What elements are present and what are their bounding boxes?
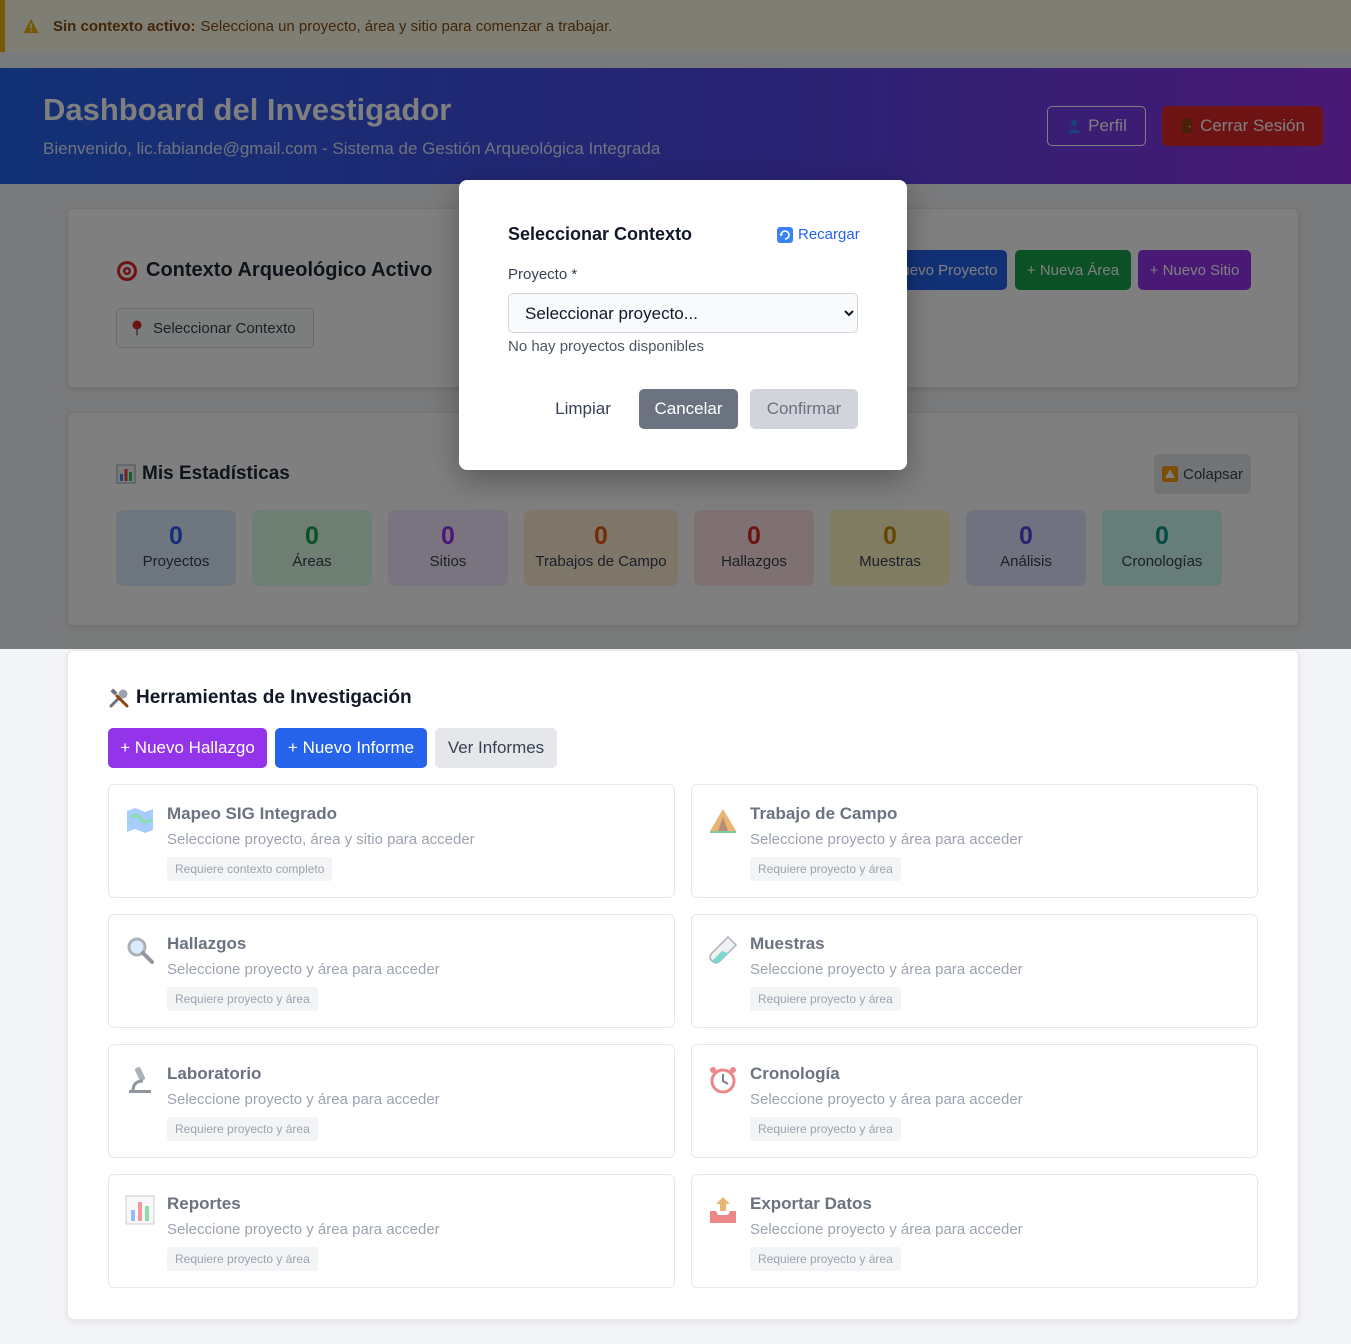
tool-card-trabajo-campo[interactable]: Trabajo de Campo Seleccione proyecto y á… [691,784,1258,898]
outbox-icon [710,1197,736,1223]
tool-name: Cronología [750,1064,840,1083]
project-select[interactable]: Seleccionar proyecto... [508,293,858,333]
tool-requirement-badge: Requiere contexto completo [167,857,333,881]
tool-card-laboratorio[interactable]: Laboratorio Seleccione proyecto y área p… [108,1044,675,1158]
tool-requirement-badge: Requiere proyecto y área [750,857,901,881]
clear-button[interactable]: Limpiar [539,389,627,429]
no-projects-help: No hay proyectos disponibles [508,338,704,355]
refresh-icon [777,226,793,243]
tool-card-exportar-datos[interactable]: Exportar Datos Seleccione proyecto y áre… [691,1174,1258,1288]
map-icon [127,808,153,833]
tool-name: Muestras [750,934,825,953]
alarm-clock-icon [710,1067,736,1094]
tool-name: Trabajo de Campo [750,804,898,823]
tool-desc: Seleccione proyecto y área para acceder [167,1221,440,1238]
tool-card-reportes[interactable]: Reportes Seleccione proyecto y área para… [108,1174,675,1288]
cancel-button[interactable]: Cancelar [639,389,738,429]
bar-chart-icon [125,1195,155,1225]
tool-requirement-badge: Requiere proyecto y área [750,1247,901,1271]
test-tube-icon [709,935,738,964]
project-field-label: Proyecto * [508,266,578,283]
tool-desc: Seleccione proyecto y área para acceder [750,1091,1023,1108]
tool-card-mapeo-sig[interactable]: Mapeo SIG Integrado Seleccione proyecto,… [108,784,675,898]
magnifier-icon [127,937,154,964]
modal-title: Seleccionar Contexto [508,224,693,244]
microscope-icon [129,1067,151,1093]
tool-requirement-badge: Requiere proyecto y área [167,1117,318,1141]
tool-requirement-badge: Requiere proyecto y área [750,1117,901,1141]
tool-requirement-badge: Requiere proyecto y área [167,987,318,1011]
tool-desc: Seleccione proyecto y área para acceder [167,1091,440,1108]
tool-name: Laboratorio [167,1064,262,1083]
tool-desc: Seleccione proyecto, área y sitio para a… [167,831,475,848]
tool-card-cronologia[interactable]: Cronología Seleccione proyecto y área pa… [691,1044,1258,1158]
tool-desc: Seleccione proyecto y área para acceder [167,961,440,978]
tool-card-muestras[interactable]: Muestras Seleccione proyecto y área para… [691,914,1258,1028]
tools-icon [109,688,129,708]
tool-name: Reportes [167,1194,241,1213]
tool-name: Hallazgos [167,934,247,953]
tools-title: Herramientas de Investigación [108,687,412,709]
new-report-button[interactable]: + Nuevo Informe [275,728,427,768]
tool-name: Mapeo SIG Integrado [167,804,338,823]
tool-desc: Seleccione proyecto y área para acceder [750,961,1023,978]
select-context-modal: Seleccionar Contexto Recargar Proyecto *… [459,180,907,470]
reload-link[interactable]: Recargar [777,226,860,243]
tool-card-hallazgos[interactable]: Hallazgos Seleccione proyecto y área par… [108,914,675,1028]
tool-requirement-badge: Requiere proyecto y área [167,1247,318,1271]
tools-title-text: Herramientas de Investigación [136,687,412,708]
tool-name: Exportar Datos [750,1194,872,1213]
reload-label: Recargar [798,226,860,243]
tool-requirement-badge: Requiere proyecto y área [750,987,901,1011]
tool-desc: Seleccione proyecto y área para acceder [750,1221,1023,1238]
tent-icon [710,809,736,833]
new-finding-button[interactable]: + Nuevo Hallazgo [108,728,267,768]
tool-desc: Seleccione proyecto y área para acceder [750,831,1023,848]
view-reports-button[interactable]: Ver Informes [435,728,557,768]
tools-card: Herramientas de Investigación + Nuevo Ha… [67,650,1299,1320]
confirm-button[interactable]: Confirmar [750,389,858,429]
